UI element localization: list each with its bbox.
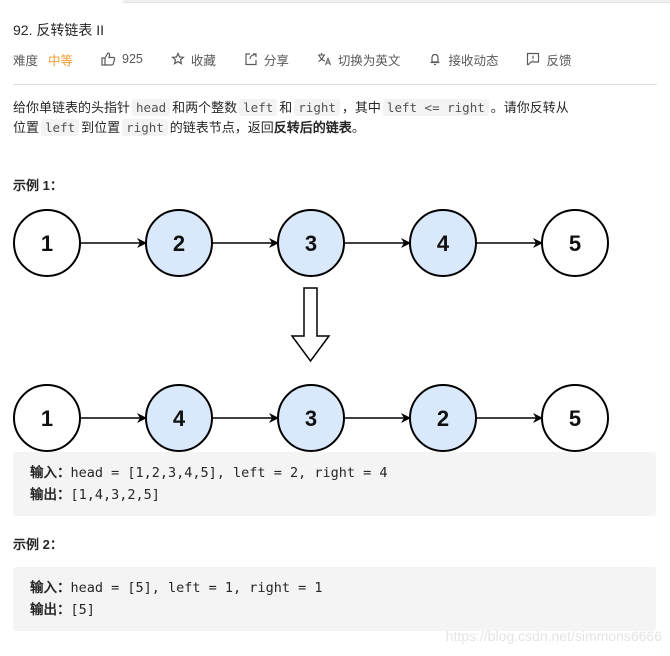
problem-description: 给你单链表的头指针 head 和两个整数 left 和 right ，其中 left <= r… <box>13 98 663 138</box>
header-divider <box>13 84 657 85</box>
desc-text: 的链表节点，返回 <box>169 120 274 135</box>
before-node-label: 4 <box>437 231 450 256</box>
desc-text: 。 <box>351 120 365 135</box>
before-node-label: 3 <box>305 231 317 256</box>
inline-code: right <box>122 119 168 136</box>
linked-list-diagram: 1 2 3 4 5 1 4 3 2 5 <box>13 209 609 452</box>
desc-text: 位置 <box>13 120 40 135</box>
example-2-input: 输入：head = [5], left = 1, right = 1 <box>30 577 639 599</box>
subscribe-button[interactable]: 接收动态 <box>428 50 498 69</box>
top-bar <box>123 0 670 3</box>
feedback-label: 反馈 <box>546 53 572 68</box>
favorite-button[interactable]: 收藏 <box>171 50 216 69</box>
inline-code: left <box>239 99 278 116</box>
after-node-label: 1 <box>41 406 53 431</box>
favorite-label: 收藏 <box>190 53 216 68</box>
desc-text: 和两个整数 <box>172 100 238 115</box>
thumbs-up-icon <box>101 52 116 66</box>
like-count: 925 <box>122 52 143 66</box>
after-node-label: 4 <box>173 406 186 431</box>
example-2-output: 输出：[5] <box>30 599 639 621</box>
difficulty-label: 难度 <box>13 53 39 68</box>
reverse-down-arrow-icon <box>290 287 331 363</box>
desc-text: 。请你反转从 <box>490 100 569 115</box>
feedback-icon <box>527 52 540 66</box>
after-node-label: 3 <box>305 406 317 431</box>
example-1-title: 示例 1： <box>13 178 63 193</box>
translate-icon <box>317 53 331 66</box>
inline-code: left <= right <box>382 99 489 116</box>
problem-toolbar: 难度 中等 925 收藏 分享 切换为英文 接收动态 反馈 <box>13 49 599 69</box>
share-button[interactable]: 分享 <box>244 50 289 69</box>
input-label: 输入： <box>30 580 71 595</box>
share-icon <box>245 53 257 66</box>
desc-text: ，其中 <box>341 100 381 115</box>
output-value: [5] <box>70 602 95 618</box>
list-after: 1 4 3 2 5 <box>13 384 609 452</box>
share-label: 分享 <box>263 53 289 68</box>
difficulty-badge: 中等 <box>48 53 74 68</box>
after-node-label: 2 <box>437 406 449 431</box>
input-value: head = [1,2,3,4,5], left = 2, right = 4 <box>70 465 388 481</box>
switch-language-label: 切换为英文 <box>337 53 401 68</box>
subscribe-label: 接收动态 <box>448 53 499 68</box>
after-node-label: 5 <box>569 406 581 431</box>
watermark: https://blog.csdn.net/simmons6666 <box>445 628 662 644</box>
like-button[interactable]: 925 <box>101 52 143 66</box>
desc-text: 到位置 <box>81 120 121 135</box>
desc-text: 和 <box>279 100 293 115</box>
problem-title: 92. 反转链表 II <box>13 22 105 38</box>
example-2-box: 输入：head = [5], left = 1, right = 1 输出：[5… <box>13 567 656 631</box>
output-label: 输出： <box>30 602 71 617</box>
feedback-button[interactable]: 反馈 <box>526 50 571 69</box>
example-2-title: 示例 2： <box>13 537 63 552</box>
output-value: [1,4,3,2,5] <box>70 487 160 503</box>
before-node-label: 1 <box>41 231 53 256</box>
switch-language-button[interactable]: 切换为英文 <box>317 50 401 69</box>
example-1-input: 输入：head = [1,2,3,4,5], left = 2, right =… <box>30 462 639 484</box>
example-1-box: 输入：head = [1,2,3,4,5], left = 2, right =… <box>13 452 656 516</box>
desc-bold-text: 反转后的链表 <box>273 120 352 135</box>
bell-icon <box>430 53 440 66</box>
inline-code: right <box>294 99 340 116</box>
example-1-output: 输出：[1,4,3,2,5] <box>30 484 639 506</box>
list-before: 1 2 3 4 5 <box>13 209 609 277</box>
output-label: 输出： <box>30 487 71 502</box>
inline-code: head <box>132 99 171 116</box>
inline-code: left <box>41 119 80 136</box>
desc-text: 给你单链表的头指针 <box>13 100 131 115</box>
before-node-label: 2 <box>173 231 185 256</box>
star-icon <box>171 52 185 65</box>
input-label: 输入： <box>30 465 71 480</box>
input-value: head = [5], left = 1, right = 1 <box>70 580 323 596</box>
before-node-label: 5 <box>569 231 581 256</box>
